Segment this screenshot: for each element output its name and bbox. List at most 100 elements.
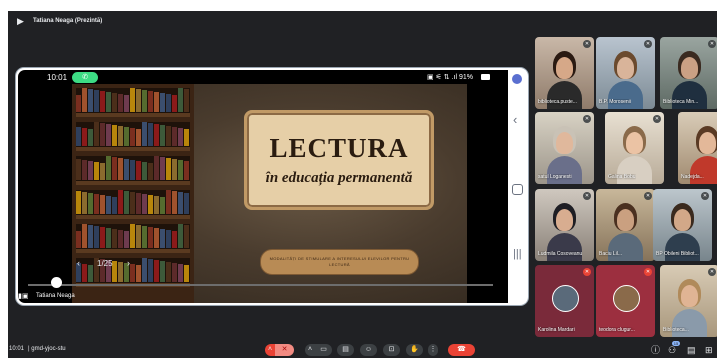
mic-icon: ▮▣ [18,293,29,300]
participant-name: Galina Bobu [608,174,636,180]
book [76,231,81,248]
captions-icon[interactable]: ▤ [337,344,354,356]
book [82,160,87,180]
participant-tile[interactable]: ✕ BP Obileni Bibliot... [653,189,712,261]
book [166,126,171,146]
home-icon[interactable] [512,184,523,195]
book [118,94,123,112]
book [106,196,111,214]
book [130,192,135,214]
participant-tile[interactable]: ✕ Biblioteca... [660,265,717,337]
mic-off-icon: ✕ [644,192,652,200]
book [154,156,159,180]
participant-tile[interactable]: ✕ Baciu Lil... [596,189,655,261]
leave-call-button[interactable]: ☎ [448,344,475,356]
previous-slide-button[interactable]: ‹ [77,258,80,268]
book [166,94,171,112]
book [136,129,141,146]
book [160,197,165,214]
book [100,195,105,214]
participant-name: B.P. Morosenii [599,99,631,105]
book [100,91,105,112]
mic-off-icon[interactable]: ✕ [275,344,294,356]
shared-phone-screen[interactable]: 10:01 ✆ ▣ ⚟ ⇅ .ıl 91% LECTURA în educați… [15,67,529,306]
circle-icon[interactable] [512,74,522,84]
book [100,227,105,248]
emoji-icon[interactable]: ☺ [360,344,377,356]
book [178,128,183,146]
book [184,129,189,146]
book [154,260,159,282]
book [124,159,129,180]
book [88,89,93,112]
book [166,262,171,282]
book [178,192,183,214]
book [106,124,111,146]
participant-face [617,209,634,231]
participant-tile[interactable]: ✕ teodora clugur... [596,265,655,337]
book [124,231,129,248]
mic-options-button[interactable]: ˄ [265,344,275,356]
participant-tile[interactable]: ✕ Galina Bobu [605,112,664,184]
progress-handle[interactable] [51,277,62,288]
camera-options-button[interactable]: ˄ [305,344,315,356]
participant-face [681,285,698,307]
mic-off-icon: ✕ [653,115,661,123]
activities-icon[interactable]: ⊞ [705,344,713,356]
raise-hand-icon[interactable]: ✋ [406,344,423,356]
participant-tile[interactable]: ✕ satul Loganesti [535,112,594,184]
participant-tile[interactable]: ✕ Karolina Mardari [535,265,594,337]
participant-face [626,132,643,154]
book [142,90,147,112]
book [184,265,189,282]
next-slide-button[interactable]: › [127,258,130,268]
book [118,158,123,180]
book [172,95,177,112]
book [76,127,81,146]
meeting-code: | gmd-yjoc-stu [28,345,66,354]
book [142,122,147,146]
chat-icon[interactable]: ▤ [687,344,696,356]
book [178,264,183,282]
book [94,162,99,180]
presenter-name: Tatiana Neaga [36,293,75,299]
book [160,261,165,282]
meet-window: ▶ Tatiana Neaga (Prezintă) 10:01 ✆ ▣ ⚟ ⇅… [8,11,717,358]
present-icon[interactable]: ⊡ [383,344,400,356]
signal-icons: ▣ ⚟ ⇅ .ıl [427,74,458,81]
book [112,229,117,248]
participant-name: Baciu Lil... [599,251,623,257]
book [142,226,147,248]
participant-tile[interactable]: ✕ B.P. Morosenii [596,37,655,109]
participant-tile[interactable]: ✕ Ludmila Cosoveanu [535,189,594,261]
more-options-button[interactable]: ⋮ [428,344,438,356]
participant-tile[interactable]: ✕Nadejda... [678,112,717,184]
book [82,224,87,248]
participant-face [674,209,691,231]
participant-name: teodora clugur... [599,327,635,333]
book [130,128,135,146]
participant-name: Biblioteca Min... [663,99,699,105]
slide-counter: 1/25 [97,259,113,268]
book [124,191,129,214]
book [184,193,189,214]
book [76,191,81,214]
shelf [76,156,190,185]
video-progress-track[interactable] [28,284,493,286]
camera-icon[interactable]: ▭ [315,344,332,356]
participant-tile[interactable]: ✕ biblioteca.puste... [535,37,594,109]
back-icon[interactable]: ‹ [513,113,517,127]
meeting-code-text: gmd-yjoc-stu [31,346,66,352]
participant-tile[interactable]: ✕ Biblioteca Min... [660,37,717,109]
info-icon[interactable]: ⓘ [651,344,660,356]
book [154,196,159,214]
book [106,156,111,180]
book [166,230,171,248]
participant-name: satul Loganesti [538,174,572,180]
book [94,90,99,112]
shelf [76,258,190,287]
book [178,160,183,180]
book [118,262,123,282]
phone-display: 10:01 ✆ ▣ ⚟ ⇅ .ıl 91% LECTURA în educați… [18,70,508,303]
recent-apps-icon[interactable]: ||| [513,248,522,260]
